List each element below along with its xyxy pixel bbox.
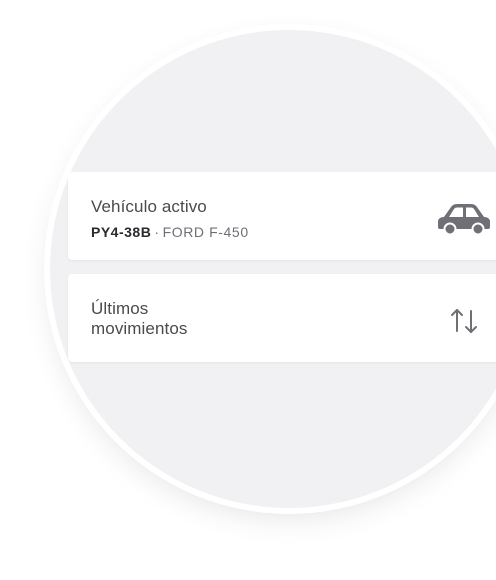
last-movements-card[interactable]: Últimos movimientos — [68, 274, 496, 362]
car-icon — [438, 204, 490, 236]
active-vehicle-subtitle: PY4-38B · FORD F-450 — [91, 223, 249, 241]
magnifier-lens: Vehículo activo PY4-38B · FORD F-450 Últim… — [50, 30, 496, 508]
last-movements-title: Últimos movimientos — [91, 299, 291, 339]
subtitle-separator: · — [154, 224, 160, 240]
up-down-arrows-icon — [451, 309, 477, 333]
last-movements-title-line2: movimientos — [91, 319, 188, 338]
vehicle-model: FORD F-450 — [162, 224, 249, 240]
last-movements-title-line1: Últimos — [91, 299, 149, 318]
vehicle-plate: PY4-38B — [91, 224, 152, 240]
active-vehicle-card[interactable]: Vehículo activo PY4-38B · FORD F-450 — [68, 172, 496, 260]
active-vehicle-title: Vehículo activo — [91, 197, 207, 216]
screen: Vehículo activo PY4-38B · FORD F-450 Últim… — [0, 0, 496, 580]
